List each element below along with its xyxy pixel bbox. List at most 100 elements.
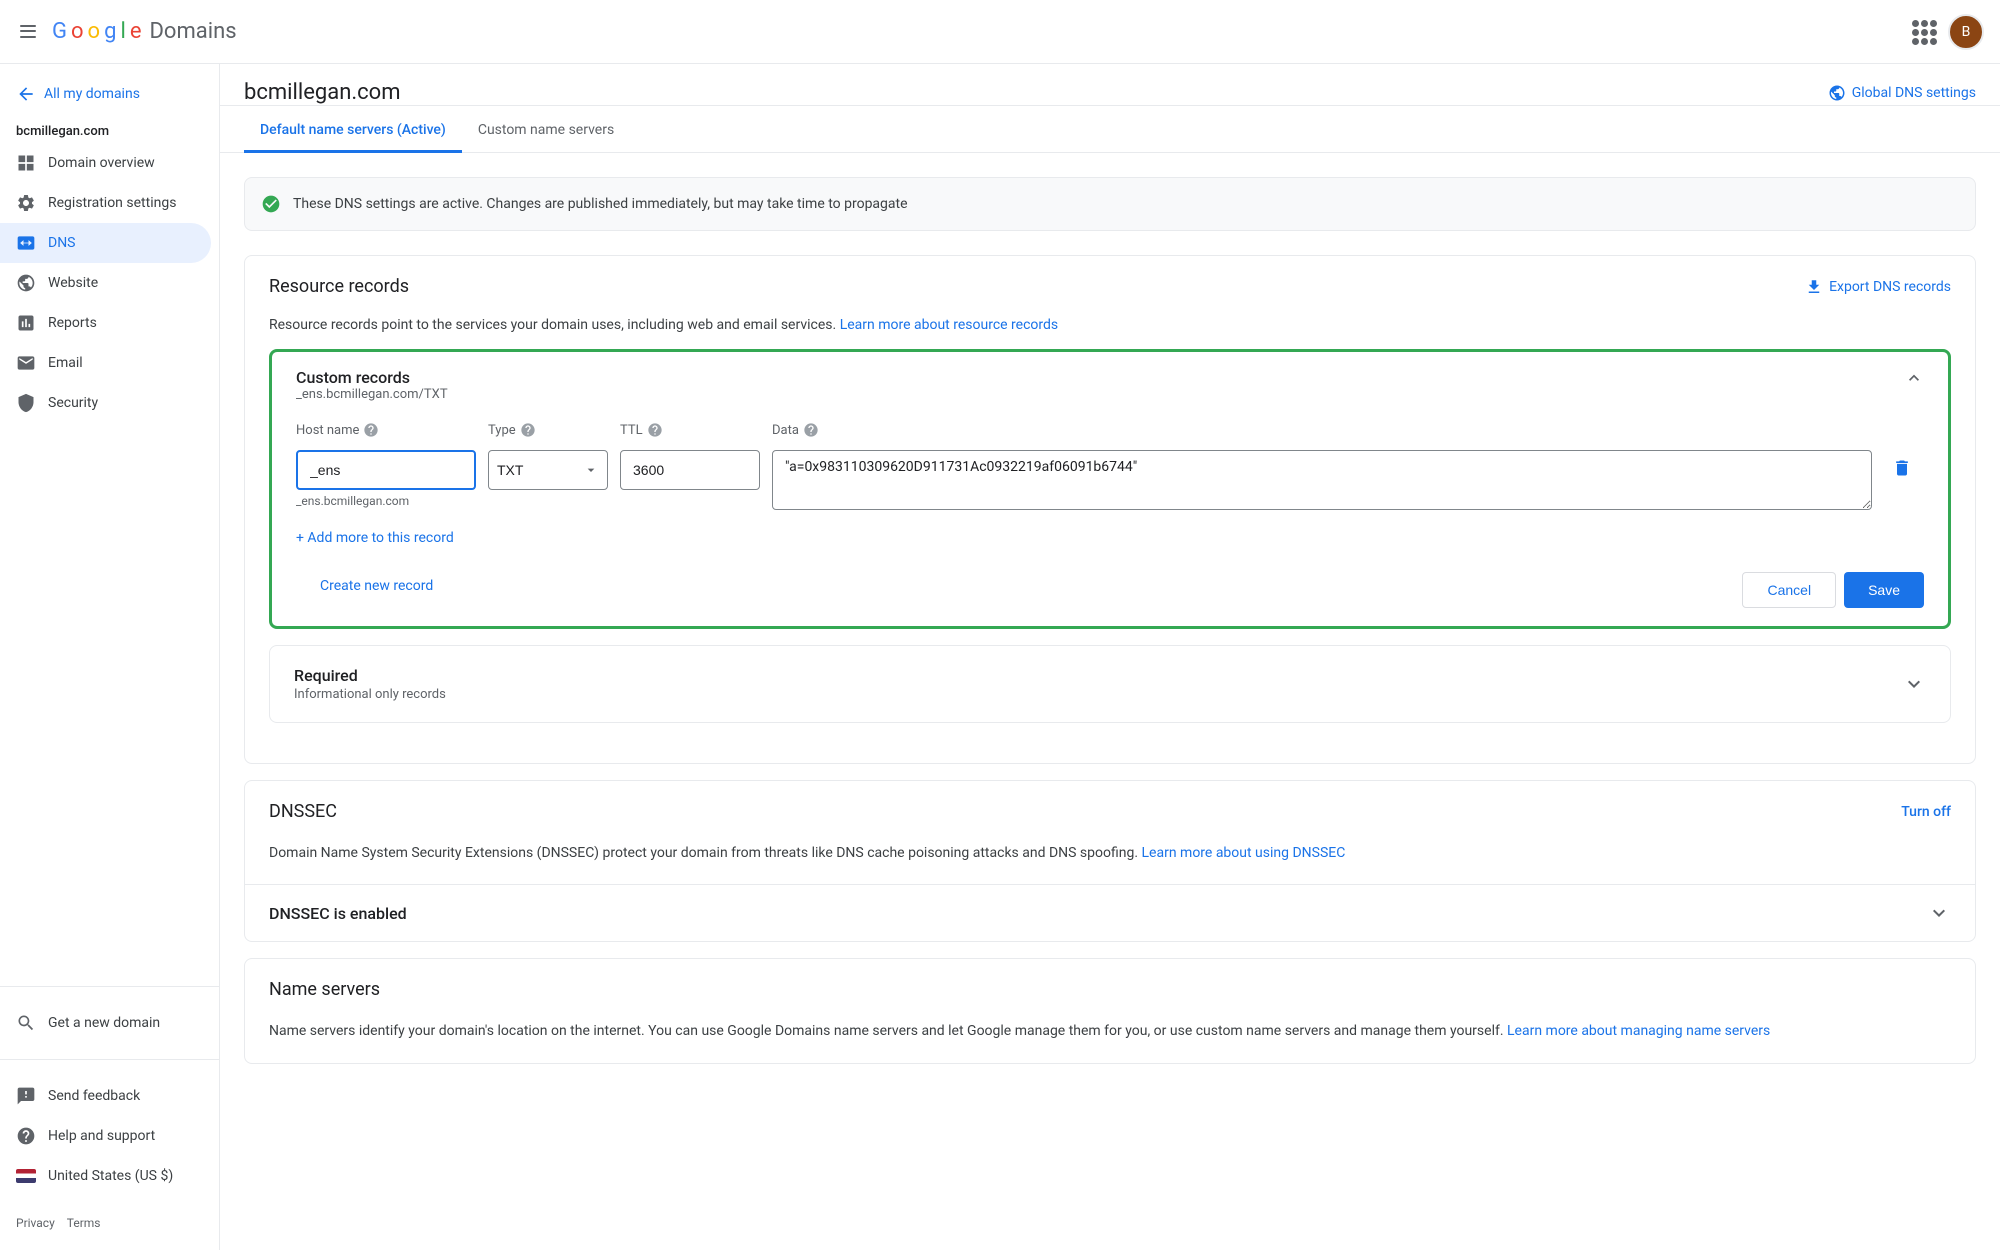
ttl-input[interactable] — [620, 450, 760, 490]
data-input[interactable]: "a=0x983110309620D911731Ac0932219af06091… — [772, 450, 1872, 510]
back-arrow-icon — [16, 84, 36, 104]
logo-g2: g — [104, 19, 116, 44]
data-cell: "a=0x983110309620D911731Ac0932219af06091… — [772, 450, 1872, 514]
help-icon — [16, 1126, 36, 1146]
chevron-down-icon — [1902, 672, 1926, 696]
resource-records-body: Resource records point to the services y… — [245, 317, 1975, 763]
sidebar-item-label: DNS — [48, 235, 76, 251]
dns-alert: These DNS settings are active. Changes a… — [244, 177, 1976, 231]
sidebar-item-label: Send feedback — [48, 1088, 140, 1104]
required-title: Required — [294, 666, 446, 685]
sidebar-nav: Domain overview Registration settings DN… — [0, 143, 219, 978]
sidebar-item-get-domain[interactable]: Get a new domain — [0, 1003, 211, 1043]
sidebar-item-send-feedback[interactable]: Send feedback — [0, 1076, 211, 1116]
sidebar-item-reports[interactable]: Reports — [0, 303, 211, 343]
tab-default-nameservers[interactable]: Default name servers (Active) — [244, 106, 462, 153]
export-icon — [1805, 278, 1823, 296]
required-records-card: Required Informational only records — [269, 645, 1951, 723]
sidebar-item-security[interactable]: Security — [0, 383, 211, 423]
sidebar-item-label: Get a new domain — [48, 1015, 160, 1031]
logo-domains: Domains — [149, 19, 236, 44]
check-circle-icon — [261, 194, 281, 214]
host-hint: _ens.bcmillegan.com — [296, 494, 476, 508]
cancel-button[interactable]: Cancel — [1742, 572, 1836, 608]
required-records-row[interactable]: Required Informational only records — [270, 646, 1950, 722]
name-servers-learn-more-link[interactable]: Learn more about managing name servers — [1507, 1023, 1770, 1039]
host-input[interactable] — [296, 450, 476, 490]
logo-e: e — [130, 19, 142, 44]
ttl-cell — [620, 450, 760, 490]
alert-text: These DNS settings are active. Changes a… — [293, 196, 908, 212]
name-servers-body: Name servers identify your domain's loca… — [245, 1020, 1975, 1062]
web-icon — [16, 273, 36, 293]
learn-more-records-link[interactable]: Learn more about resource records — [840, 317, 1058, 333]
global-dns-link[interactable]: Global DNS settings — [1828, 84, 1976, 102]
collapse-icon[interactable] — [1904, 368, 1924, 392]
resource-records-description: Resource records point to the services y… — [269, 317, 1951, 333]
name-servers-title: Name servers — [269, 979, 380, 1000]
host-column-header: Host name — [296, 422, 476, 438]
avatar[interactable]: B — [1948, 14, 1984, 50]
dnssec-enabled-row[interactable]: DNSSEC is enabled — [245, 884, 1975, 941]
sidebar-item-help[interactable]: Help and support — [0, 1116, 211, 1156]
type-help-icon[interactable] — [520, 422, 536, 438]
privacy-link[interactable]: Privacy — [16, 1216, 55, 1230]
email-icon — [16, 353, 36, 373]
sidebar-item-dns[interactable]: DNS — [0, 223, 211, 263]
custom-records-title: Custom records — [296, 368, 448, 387]
resource-records-header: Resource records Export DNS records — [245, 256, 1975, 317]
action-cell — [1884, 450, 1924, 486]
save-button[interactable]: Save — [1844, 572, 1924, 608]
sidebar-item-label: Help and support — [48, 1128, 155, 1144]
dnssec-title: DNSSEC — [269, 801, 337, 822]
sidebar-item-label: Website — [48, 275, 98, 291]
sidebar-item-email[interactable]: Email — [0, 343, 211, 383]
main-header: bcmillegan.com Global DNS settings — [220, 64, 2000, 106]
dns-icon — [16, 233, 36, 253]
sidebar-item-label: Reports — [48, 315, 97, 331]
sidebar-item-domain-overview[interactable]: Domain overview — [0, 143, 211, 183]
content-area: These DNS settings are active. Changes a… — [220, 153, 2000, 1104]
apps-icon[interactable] — [1912, 20, 1936, 44]
shield-icon — [16, 393, 36, 413]
logo-o1: o — [71, 19, 84, 44]
sidebar-item-website[interactable]: Website — [0, 263, 211, 303]
dnssec-learn-more-link[interactable]: Learn more about using DNSSEC — [1142, 845, 1346, 861]
logo: Google Domains — [52, 19, 237, 44]
dnssec-card: DNSSEC Turn off Domain Name System Secur… — [244, 780, 1976, 942]
delete-record-button[interactable] — [1884, 450, 1920, 486]
turn-off-button[interactable]: Turn off — [1901, 804, 1951, 820]
record-row: _ens.bcmillegan.com TXT A AAAA CNAME MX — [272, 442, 1948, 522]
data-column-header: Data — [772, 422, 1872, 438]
export-dns-link[interactable]: Export DNS records — [1805, 278, 1951, 296]
back-link[interactable]: All my domains — [0, 72, 219, 116]
custom-records-header: Custom records _ens.bcmillegan.com/TXT — [272, 352, 1948, 414]
type-cell: TXT A AAAA CNAME MX — [488, 450, 608, 490]
sidebar-item-locale[interactable]: United States (US $) — [0, 1156, 211, 1196]
tabs: Default name servers (Active) Custom nam… — [220, 106, 2000, 153]
create-new-record-link[interactable]: Create new record — [296, 570, 457, 610]
sidebar-item-label: United States (US $) — [48, 1168, 173, 1184]
sidebar: All my domains bcmillegan.com Domain ove… — [0, 64, 220, 1250]
ttl-column-header: TTL — [620, 422, 760, 438]
record-table-header: Host name Type TTL — [272, 414, 1948, 442]
ttl-help-icon[interactable] — [647, 422, 663, 438]
resource-records-title: Resource records — [269, 276, 409, 297]
layout: All my domains bcmillegan.com Domain ove… — [0, 64, 2000, 1250]
add-more-link[interactable]: + Add more to this record — [296, 530, 1924, 546]
dnssec-chevron-down-icon — [1927, 901, 1951, 925]
data-help-icon[interactable] — [803, 422, 819, 438]
tab-custom-nameservers[interactable]: Custom name servers — [462, 106, 630, 153]
host-cell: _ens.bcmillegan.com — [296, 450, 476, 508]
name-servers-card: Name servers Name servers identify your … — [244, 958, 1976, 1063]
sidebar-item-label: Registration settings — [48, 195, 176, 211]
menu-icon[interactable] — [16, 20, 40, 44]
sidebar-item-registration[interactable]: Registration settings — [0, 183, 211, 223]
custom-records-card: Custom records _ens.bcmillegan.com/TXT H… — [269, 349, 1951, 629]
terms-link[interactable]: Terms — [67, 1216, 101, 1230]
type-select[interactable]: TXT A AAAA CNAME MX — [488, 450, 608, 490]
host-help-icon[interactable] — [363, 422, 379, 438]
export-label: Export DNS records — [1829, 279, 1951, 295]
domain-title: bcmillegan.com — [244, 80, 401, 105]
feedback-icon — [16, 1086, 36, 1106]
